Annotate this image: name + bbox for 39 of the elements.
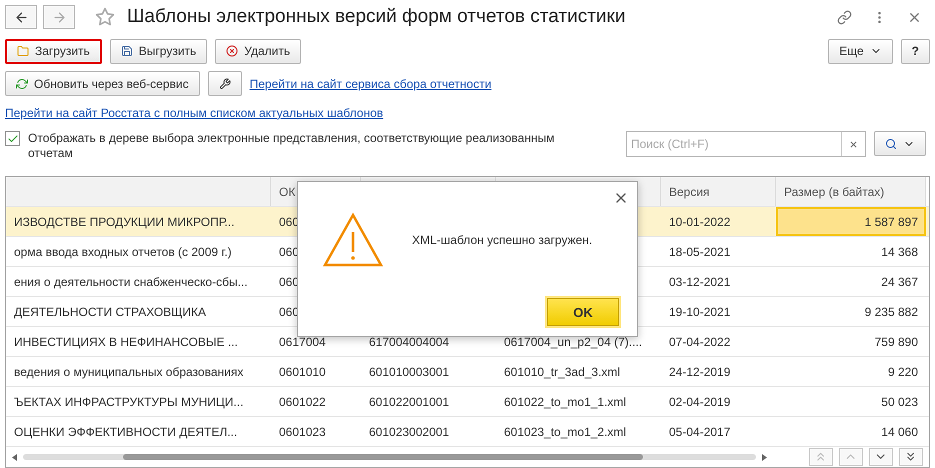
table-cell-text: 9 220 xyxy=(886,364,919,380)
table-cell-text: 601022001001 xyxy=(368,394,450,410)
table-cell-text: 24-12-2019 xyxy=(668,364,732,380)
table-cell-text: 0617004 xyxy=(278,334,327,350)
filter-label: Отображать в дереве выбора электронные представления, соответствующие реализованным отчетам xyxy=(28,131,556,162)
table-cell-text: ИНВЕСТИЦИЯХ В НЕФИНАНСОВЫЕ ... xyxy=(13,334,239,350)
table-cell-text: 19-10-2021 xyxy=(668,304,732,320)
table-cell-text: 14 368 xyxy=(880,244,919,260)
table-cell-text: 601023_to_mo1_2.xml xyxy=(503,424,628,440)
table-cell-text: 0601010 xyxy=(278,364,327,380)
table-cell-text: 601010_tr_3ad_3.xml xyxy=(503,364,622,380)
table-cell-text: 07-04-2022 xyxy=(668,334,732,350)
table-cell-text: орма ввода входных отчетов (с 2009 г.) xyxy=(13,244,233,260)
table-cell-text: 617004004004 xyxy=(368,334,450,350)
table-cell-text: 02-04-2019 xyxy=(668,394,732,410)
table-cell-text: 24 367 xyxy=(880,274,919,290)
table-cell-text: 50 023 xyxy=(880,394,919,410)
window-title: Шаблоны электронных версий форм отчетов статистики xyxy=(127,6,626,28)
table-cell: 1 587 897 xyxy=(776,207,926,236)
table-cell-text: 0601022 xyxy=(278,394,327,410)
table-cell-text: 601022_to_mo1_1.xml xyxy=(503,394,628,410)
table-cell-text: 0601023 xyxy=(278,424,327,440)
dialog-message: XML-шаблон успешно загружен. xyxy=(412,233,592,247)
table-cell-text: 10-01-2022 xyxy=(668,214,732,230)
table-cell-text: 05-04-2017 xyxy=(668,424,732,440)
table-cell-text: 759 890 xyxy=(874,334,919,350)
table-cell-text: 03-12-2021 xyxy=(668,274,732,290)
table-cell-text: 601010003001 xyxy=(368,364,450,380)
table-cell-text: 601023002001 xyxy=(368,424,450,440)
table-cell-text: 14 060 xyxy=(880,424,919,440)
table-cell-text: ведения о муниципальных образованиях xyxy=(13,364,244,380)
table-cell-text: 18-05-2021 xyxy=(668,244,732,260)
table-cell-text: 0617004_un_p2_04 (7).... xyxy=(503,334,644,350)
table-cell-text: ОЦЕНКИ ЭФФЕКТИВНОСТИ ДЕЯТЕЛ... xyxy=(13,424,238,440)
table-cell-text: 9 235 882 xyxy=(864,304,919,320)
table-cell-text: ИЗВОДСТВЕ ПРОДУКЦИИ МИКРОПР... xyxy=(13,214,236,230)
table-cell-text: ДЕЯТЕЛЬНОСТИ СТРАХОВЩИКА xyxy=(13,304,208,320)
table-cell-text: ения о деятельности снабженческо-сбы... xyxy=(13,274,249,290)
table-cell-text: ЪЕКТАХ ИНФРАСТРУКТУРЫ МУНИЦИ... xyxy=(13,394,244,410)
